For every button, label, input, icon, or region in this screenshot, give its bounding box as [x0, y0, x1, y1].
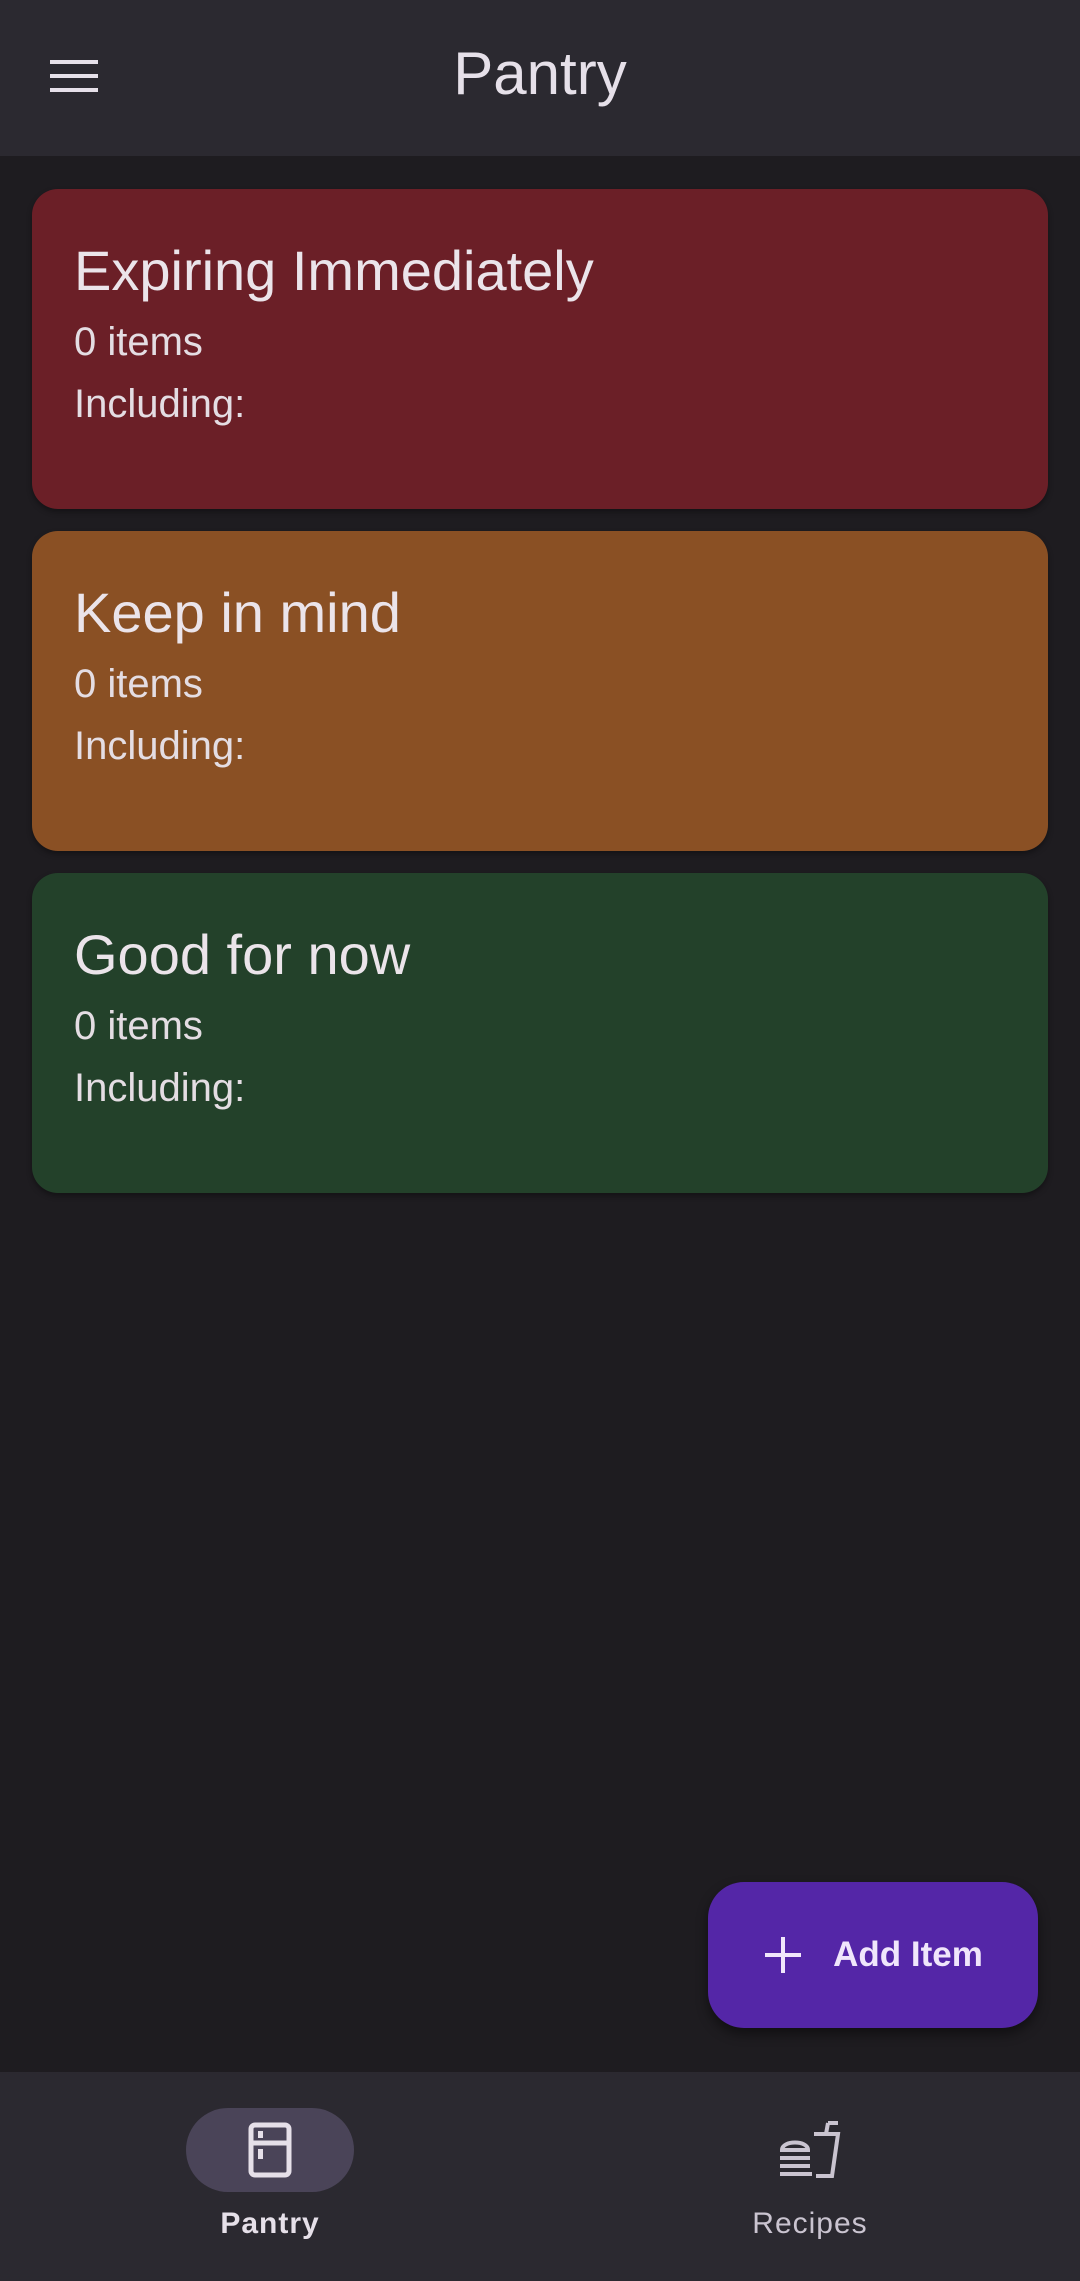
- bottom-navigation: Pantry Recipes: [0, 2072, 1080, 2281]
- pantry-content: Expiring Immediately 0 items Including: …: [0, 156, 1080, 2072]
- card-including-label: Including:: [74, 382, 246, 426]
- nav-label-pantry: Pantry: [220, 2207, 320, 2240]
- nav-label-recipes: Recipes: [752, 2207, 868, 2240]
- page-title: Pantry: [453, 40, 627, 107]
- card-item-count: 0 items: [74, 320, 203, 364]
- nav-item-recipes[interactable]: Recipes: [660, 2108, 960, 2258]
- inactive-indicator: [726, 2108, 894, 2192]
- card-including-label: Including:: [74, 1066, 246, 1110]
- food-icon: [779, 2121, 841, 2178]
- card-good-for-now[interactable]: Good for now 0 items Including:: [32, 873, 1048, 1193]
- add-item-label: Add Item: [833, 1935, 983, 1974]
- active-indicator: [186, 2108, 354, 2192]
- card-including-label: Including:: [74, 724, 246, 768]
- card-title: Good for now: [74, 923, 411, 986]
- card-title: Keep in mind: [74, 581, 401, 644]
- card-keep-in-mind[interactable]: Keep in mind 0 items Including:: [32, 531, 1048, 851]
- top-app-bar: Pantry: [0, 0, 1080, 156]
- plus-icon: [765, 1937, 802, 1973]
- add-item-button[interactable]: Add Item: [708, 1882, 1038, 2028]
- card-item-count: 0 items: [74, 1004, 203, 1048]
- nav-item-pantry[interactable]: Pantry: [120, 2108, 420, 2258]
- card-expiring-immediately[interactable]: Expiring Immediately 0 items Including:: [32, 189, 1048, 509]
- card-title: Expiring Immediately: [74, 239, 594, 302]
- card-item-count: 0 items: [74, 662, 203, 706]
- fridge-icon: [248, 2122, 292, 2178]
